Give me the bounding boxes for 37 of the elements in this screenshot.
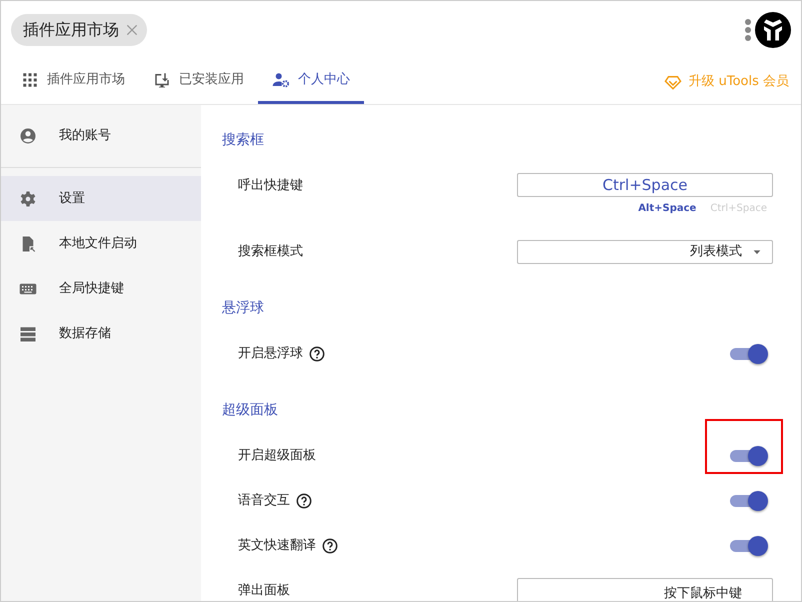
mode-dropdown[interactable]: 列表模式 (517, 240, 773, 264)
toggle-switch[interactable] (728, 490, 768, 512)
more-icon (745, 19, 751, 41)
gear-icon (19, 190, 37, 208)
setting-label: 弹出面板 (238, 582, 290, 600)
search-tag[interactable]: 插件应用市场 (11, 14, 147, 46)
sidebar-item[interactable]: 设置 (1, 176, 201, 221)
section-title: 悬浮球 (222, 299, 265, 318)
sidebar-item[interactable]: 本地文件启动 (1, 221, 201, 266)
shortcut-option[interactable]: Alt+Space (638, 201, 696, 216)
input-field[interactable]: 按下鼠标中键 (517, 578, 773, 601)
section-title: 搜索框 (222, 131, 265, 150)
tab[interactable]: 已安装应用 (139, 59, 258, 104)
toggle-switch[interactable] (728, 444, 768, 466)
sidebar-item[interactable]: 我的账号 (1, 113, 201, 158)
setting-label: 开启超级面板 (238, 446, 316, 465)
setting-label: 英文快速翻译 (238, 536, 316, 555)
tab[interactable]: 个人中心 (258, 59, 364, 104)
grid-icon (21, 71, 39, 89)
storage-icon (19, 324, 37, 342)
download-icon (153, 71, 171, 89)
setting-label: 语音交互 (238, 492, 290, 510)
setting-label: 开启悬浮球 (238, 344, 303, 363)
setting-label: 呼出快捷键 (238, 177, 303, 195)
toggle-switch[interactable] (728, 534, 768, 556)
section-title: 超级面板 (222, 401, 279, 420)
logo-icon (755, 12, 791, 48)
setting-label: 搜索框模式 (238, 242, 303, 261)
close-icon (125, 23, 139, 37)
tab[interactable]: 插件应用市场 (7, 59, 139, 104)
user-gear-icon (272, 71, 290, 89)
sidebar-item[interactable]: 数据存储 (1, 311, 201, 356)
toggle-switch[interactable] (728, 342, 768, 364)
shortcut-field[interactable]: Ctrl+Space (517, 173, 773, 197)
sidebar-item[interactable]: 全局快捷键 (1, 266, 201, 311)
tag-label: 插件应用市场 (23, 19, 119, 41)
account-icon (19, 126, 37, 144)
